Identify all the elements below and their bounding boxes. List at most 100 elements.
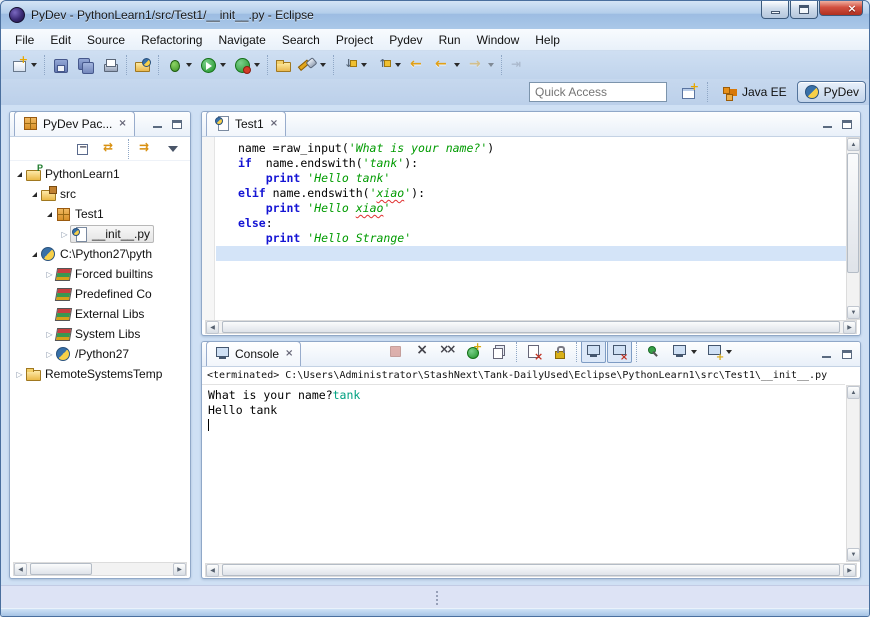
dropdown-arrow-icon[interactable] <box>186 63 192 67</box>
last-edit-button[interactable] <box>405 54 430 77</box>
editor-hscrollbar[interactable]: ◀ ▶ <box>205 320 857 334</box>
run-coverage-button[interactable] <box>230 54 264 77</box>
menu-file[interactable]: File <box>7 30 42 50</box>
next-annotation-button[interactable] <box>337 54 371 77</box>
dropdown-arrow-icon[interactable] <box>31 63 37 67</box>
perspective-java-ee[interactable]: Java EE <box>714 81 794 104</box>
expanded-arrow-icon[interactable] <box>14 172 25 177</box>
open-resource-button[interactable] <box>271 54 296 77</box>
tree-item-system-libs[interactable]: System Libs <box>10 324 190 344</box>
console-hscrollbar[interactable]: ◀ ▶ <box>205 563 857 577</box>
forward-button[interactable] <box>464 54 498 77</box>
sync-editor-button[interactable] <box>134 137 159 160</box>
collapsed-arrow-icon[interactable] <box>44 270 55 279</box>
menu-navigate[interactable]: Navigate <box>210 30 273 50</box>
tab-test1[interactable]: Test1 × <box>206 111 286 136</box>
expanded-arrow-icon[interactable] <box>29 192 40 197</box>
menu-refactoring[interactable]: Refactoring <box>133 30 210 50</box>
tree-item-src[interactable]: src <box>10 184 190 204</box>
dropdown-arrow-icon[interactable] <box>454 63 460 67</box>
expanded-arrow-icon[interactable] <box>44 212 55 217</box>
tree-item-external-libs[interactable]: External Libs <box>10 304 190 324</box>
run-button[interactable] <box>196 54 230 77</box>
dropdown-arrow-icon[interactable] <box>726 350 732 354</box>
menu-source[interactable]: Source <box>79 30 133 50</box>
scroll-right-icon[interactable]: ▶ <box>173 563 186 576</box>
dropdown-arrow-icon[interactable] <box>320 63 326 67</box>
tree-item-c-python27-pyth[interactable]: C:\Python27\pyth <box>10 244 190 264</box>
code-editor[interactable]: name =raw_input('What is your name?')if … <box>202 137 860 320</box>
menu-project[interactable]: Project <box>328 30 381 50</box>
display-console-button[interactable] <box>667 341 701 363</box>
explorer-minimize-button[interactable] <box>148 116 166 132</box>
back-button[interactable] <box>430 54 464 77</box>
code-area[interactable]: name =raw_input('What is your name?')if … <box>216 137 846 320</box>
scroll-thumb[interactable] <box>222 321 840 333</box>
scroll-thumb[interactable] <box>847 153 859 273</box>
search-torch-button[interactable] <box>296 54 330 77</box>
collapse-all-button[interactable] <box>71 137 96 160</box>
dropdown-arrow-icon[interactable] <box>691 350 697 354</box>
collapsed-arrow-icon[interactable] <box>44 330 55 339</box>
remove-launch-button[interactable] <box>409 341 434 363</box>
open-pydev-wizard-button[interactable] <box>130 54 155 77</box>
link-with-editor-button[interactable] <box>98 137 123 160</box>
tree-item-pythonlearn1[interactable]: PythonLearn1 <box>10 164 190 184</box>
dropdown-arrow-icon[interactable] <box>361 63 367 67</box>
print-button[interactable] <box>98 54 123 77</box>
tab-console[interactable]: Console × <box>206 341 301 366</box>
quick-access-input[interactable] <box>529 82 667 102</box>
console-vscrollbar[interactable]: ▲ ▼ <box>846 385 860 562</box>
collapsed-arrow-icon[interactable] <box>59 230 70 239</box>
scroll-right-icon[interactable]: ▶ <box>843 321 856 334</box>
scroll-left-icon[interactable]: ◀ <box>206 564 219 577</box>
scroll-down-icon[interactable]: ▼ <box>847 548 860 561</box>
menu-edit[interactable]: Edit <box>42 30 79 50</box>
save-button[interactable] <box>48 54 73 77</box>
scroll-up-icon[interactable]: ▲ <box>847 138 860 151</box>
close-window-button[interactable]: × <box>819 1 863 16</box>
remove-all-launches-button[interactable] <box>435 341 460 363</box>
menu-search[interactable]: Search <box>274 30 328 50</box>
console-minimize-button[interactable] <box>818 346 836 362</box>
collapsed-arrow-icon[interactable] <box>44 350 55 359</box>
scroll-thumb[interactable] <box>222 564 840 576</box>
expanded-arrow-icon[interactable] <box>29 252 40 257</box>
scroll-left-icon[interactable]: ◀ <box>206 321 219 334</box>
open-perspective-button[interactable] <box>676 81 701 104</box>
dropdown-arrow-icon[interactable] <box>395 63 401 67</box>
show-stderr-button[interactable] <box>607 341 632 363</box>
collapsed-arrow-icon[interactable] <box>14 370 25 379</box>
pin-editor-button[interactable] <box>505 54 530 77</box>
tree-item-test1[interactable]: Test1 <box>10 204 190 224</box>
console-output[interactable]: What is your name?tankHello tank <box>202 385 845 562</box>
tab-pydev-package-explorer[interactable]: PyDev Pac... × <box>14 111 135 136</box>
tree-item-remotesystemstemp[interactable]: RemoteSystemsTemp <box>10 364 190 384</box>
menu-run[interactable]: Run <box>431 30 469 50</box>
tree-item--python27[interactable]: /Python27 <box>10 344 190 364</box>
view-menu-button[interactable] <box>161 137 186 160</box>
menu-window[interactable]: Window <box>469 30 528 50</box>
statusbar-drag-handle[interactable] <box>436 591 438 593</box>
close-icon[interactable]: × <box>118 118 126 129</box>
scroll-up-icon[interactable]: ▲ <box>847 386 860 399</box>
scroll-right-icon[interactable]: ▶ <box>843 564 856 577</box>
perspective-pydev[interactable]: PyDev <box>797 81 866 103</box>
pin-console-button[interactable] <box>641 341 666 363</box>
dropdown-arrow-icon[interactable] <box>254 63 260 67</box>
tree-item-forced-builtins[interactable]: Forced builtins <box>10 264 190 284</box>
close-icon[interactable]: × <box>285 348 293 359</box>
explorer-maximize-button[interactable] <box>168 116 186 132</box>
relaunch-button[interactable] <box>461 341 486 363</box>
clear-console-button[interactable] <box>521 341 546 363</box>
menu-pydev[interactable]: Pydev <box>381 30 430 50</box>
prev-annotation-button[interactable] <box>371 54 405 77</box>
editor-maximize-button[interactable] <box>838 116 856 132</box>
dropdown-arrow-icon[interactable] <box>488 63 494 67</box>
new-wizard-button[interactable] <box>7 54 41 77</box>
debug-button[interactable] <box>162 54 196 77</box>
console-maximize-button[interactable] <box>838 346 856 362</box>
tree-item-predefined-co[interactable]: Predefined Co <box>10 284 190 304</box>
explorer-hscrollbar[interactable]: ◀ ▶ <box>13 562 187 576</box>
minimize-window-button[interactable] <box>761 1 789 19</box>
